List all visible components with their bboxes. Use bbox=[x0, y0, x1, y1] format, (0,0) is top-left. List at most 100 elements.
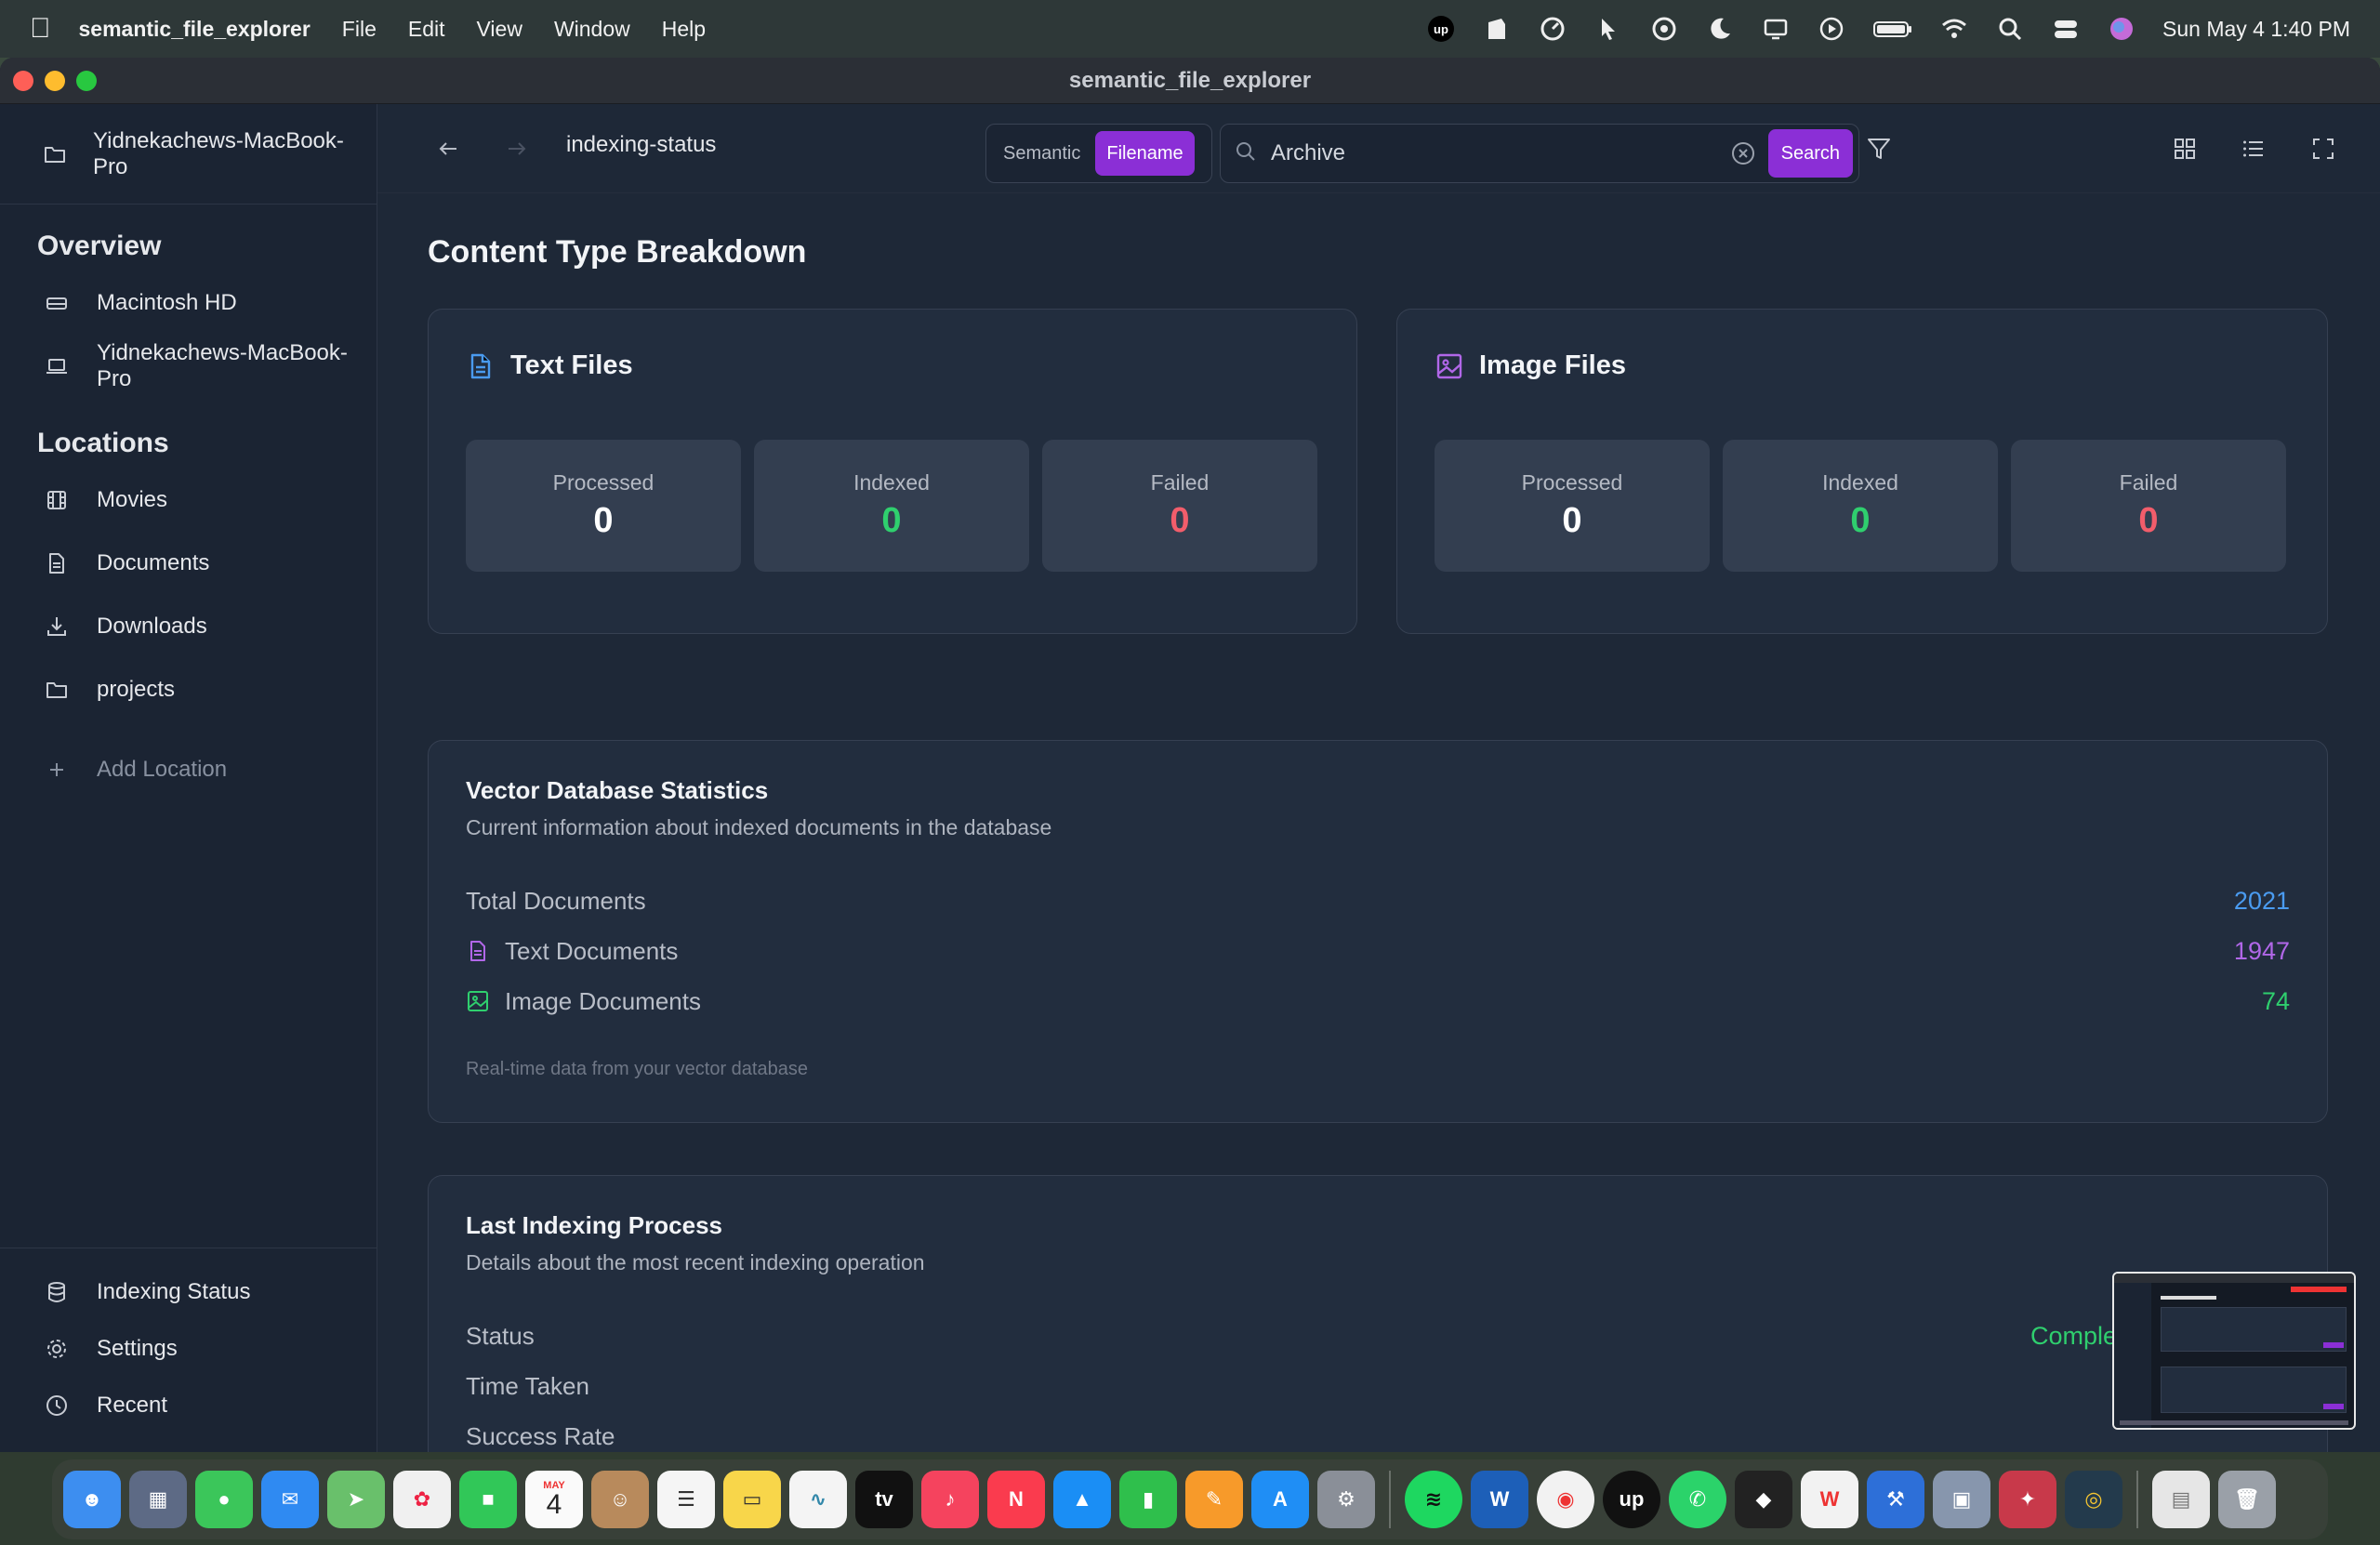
last-indexing-subtitle: Details about the most recent indexing o… bbox=[466, 1250, 925, 1274]
dock-separator bbox=[2136, 1471, 2138, 1528]
dock-pages-icon[interactable]: ✎ bbox=[1185, 1471, 1243, 1528]
spotlight-search-icon[interactable] bbox=[1995, 14, 2025, 44]
search-input[interactable] bbox=[1271, 140, 1729, 166]
dock-mail-icon[interactable]: ✉ bbox=[261, 1471, 319, 1528]
menu-view[interactable]: View bbox=[477, 17, 522, 42]
clear-search-button[interactable] bbox=[1729, 139, 1757, 167]
dock-notes-icon[interactable]: ▭ bbox=[723, 1471, 781, 1528]
dock-copilot-icon[interactable]: ◎ bbox=[2065, 1471, 2122, 1528]
siri-icon[interactable] bbox=[2107, 14, 2136, 44]
filter-icon bbox=[1868, 139, 1890, 159]
dock-files-icon[interactable]: ▤ bbox=[2152, 1471, 2210, 1528]
dock-reminders-icon[interactable]: ☰ bbox=[657, 1471, 715, 1528]
control-center-icon[interactable] bbox=[2051, 14, 2081, 44]
menubar-app-name[interactable]: semantic_file_explorer bbox=[79, 17, 311, 42]
success-rate-row: Success Rate bbox=[466, 1418, 2290, 1452]
dock-upwork-icon[interactable]: up bbox=[1603, 1471, 1660, 1528]
dock-photo-booth-icon[interactable]: ✦ bbox=[1999, 1471, 2056, 1528]
dock-finder-icon[interactable]: ☻ bbox=[63, 1471, 121, 1528]
dock-spotify-icon[interactable]: ≋ bbox=[1405, 1471, 1462, 1528]
menu-window[interactable]: Window bbox=[554, 17, 630, 42]
screenshot-thumbnail[interactable] bbox=[2112, 1272, 2356, 1430]
dock-whatsapp-icon[interactable]: ✆ bbox=[1669, 1471, 1726, 1528]
apple-menu-icon[interactable]:  bbox=[30, 13, 51, 45]
menu-help[interactable]: Help bbox=[662, 17, 706, 42]
menu-edit[interactable]: Edit bbox=[408, 17, 445, 42]
sidebar-item-indexing-status[interactable]: Indexing Status bbox=[0, 1263, 377, 1320]
dock-numbers-icon[interactable]: ▮ bbox=[1119, 1471, 1177, 1528]
add-location-button[interactable]: Add Location bbox=[0, 738, 377, 801]
gear-icon bbox=[45, 1337, 69, 1361]
sidebar-item-settings[interactable]: Settings bbox=[0, 1320, 377, 1377]
sidebar-item-movies[interactable]: Movies bbox=[0, 469, 377, 532]
stat-value: 0 bbox=[1170, 501, 1190, 540]
forward-button[interactable] bbox=[498, 130, 536, 167]
image-processed-stat: Processed 0 bbox=[1435, 440, 1710, 572]
sidebar-item-macbook[interactable]: Yidnekachews-MacBook-Pro bbox=[0, 335, 377, 398]
back-button[interactable] bbox=[430, 130, 467, 167]
menubar-datetime[interactable]: Sun May 4 1:40 PM bbox=[2162, 17, 2350, 42]
dock-box-icon[interactable]: ◆ bbox=[1735, 1471, 1792, 1528]
dock-chrome-icon[interactable]: ◉ bbox=[1537, 1471, 1594, 1528]
image-indexed-stat: Indexed 0 bbox=[1723, 440, 1998, 572]
dock-messages-icon[interactable]: ● bbox=[195, 1471, 253, 1528]
close-window-button[interactable] bbox=[13, 71, 33, 91]
play-icon[interactable] bbox=[1817, 14, 1846, 44]
dock-calendar-icon[interactable]: MAY 4 bbox=[525, 1471, 583, 1528]
card-title-label: Image Files bbox=[1479, 350, 1626, 380]
sidebar-item-macintosh-hd[interactable]: Macintosh HD bbox=[0, 271, 377, 335]
text-files-card: Text Files Processed 0 Indexed 0 Failed … bbox=[428, 309, 1357, 634]
dock-news-icon[interactable]: N bbox=[987, 1471, 1045, 1528]
minimize-window-button[interactable] bbox=[45, 71, 65, 91]
dock-contacts-icon[interactable]: ☺ bbox=[591, 1471, 649, 1528]
display-icon[interactable] bbox=[1761, 14, 1791, 44]
fullscreen-button[interactable] bbox=[2307, 132, 2340, 165]
sidebar-bottom-nav: Indexing Status Settings Recent bbox=[0, 1248, 377, 1452]
image-failed-stat: Failed 0 bbox=[2011, 440, 2286, 572]
dock-maps-icon[interactable]: ➤ bbox=[327, 1471, 385, 1528]
zoom-window-button[interactable] bbox=[76, 71, 97, 91]
sidebar-item-documents[interactable]: Documents bbox=[0, 532, 377, 595]
toolbar: indexing-status Semantic Filename Search bbox=[377, 104, 2380, 193]
grid-view-button[interactable] bbox=[2168, 132, 2202, 165]
status-row: Status Comple bbox=[466, 1317, 2290, 1354]
filter-button[interactable] bbox=[1865, 135, 1895, 165]
moon-icon[interactable] bbox=[1705, 14, 1735, 44]
notes-icon[interactable] bbox=[1482, 14, 1512, 44]
speed-icon[interactable] bbox=[1538, 14, 1567, 44]
dock-app-store-icon[interactable]: A bbox=[1251, 1471, 1309, 1528]
dock-facetime-icon[interactable]: ■ bbox=[459, 1471, 517, 1528]
dock-keynote-icon[interactable]: ▲ bbox=[1053, 1471, 1111, 1528]
wifi-icon[interactable] bbox=[1939, 14, 1969, 44]
upwork-icon[interactable]: up bbox=[1426, 14, 1456, 44]
stat-value: 0 bbox=[1562, 501, 1582, 540]
dock-photos-icon[interactable]: ✿ bbox=[393, 1471, 451, 1528]
dock-system-settings-icon[interactable]: ⚙ bbox=[1317, 1471, 1375, 1528]
dock-xcode-icon[interactable]: ⚒ bbox=[1867, 1471, 1924, 1528]
dock-trash-icon[interactable]: 🗑 bbox=[2218, 1471, 2276, 1528]
dock-freeform-icon[interactable]: ∿ bbox=[789, 1471, 847, 1528]
text-files-title: Text Files bbox=[466, 350, 633, 381]
dock-preview-icon[interactable]: ▣ bbox=[1933, 1471, 1990, 1528]
cursor-icon[interactable] bbox=[1593, 14, 1623, 44]
dock-word-icon[interactable]: W bbox=[1471, 1471, 1528, 1528]
text-processed-stat: Processed 0 bbox=[466, 440, 741, 572]
sidebar-device-header[interactable]: Yidnekachews-MacBook-Pro bbox=[0, 104, 377, 205]
mode-filename-button[interactable]: Filename bbox=[1095, 131, 1195, 176]
menu-file[interactable]: File bbox=[342, 17, 377, 42]
dock-tv-icon[interactable]: tv bbox=[855, 1471, 913, 1528]
dock-music-icon[interactable]: ♪ bbox=[921, 1471, 979, 1528]
download-icon bbox=[45, 614, 69, 639]
locations-heading: Locations bbox=[37, 428, 169, 458]
sidebar-item-recent[interactable]: Recent bbox=[0, 1377, 377, 1433]
list-view-button[interactable] bbox=[2237, 132, 2270, 165]
sidebar-item-downloads[interactable]: Downloads bbox=[0, 595, 377, 658]
gauge-icon[interactable] bbox=[1649, 14, 1679, 44]
dock-launchpad-icon[interactable]: ▦ bbox=[129, 1471, 187, 1528]
folder-icon bbox=[43, 142, 67, 166]
dock-wave-icon[interactable]: W bbox=[1801, 1471, 1858, 1528]
search-button[interactable]: Search bbox=[1767, 129, 1853, 178]
last-indexing-title: Last Indexing Process bbox=[466, 1211, 722, 1239]
mode-semantic-button[interactable]: Semantic bbox=[992, 131, 1091, 176]
sidebar-item-projects[interactable]: projects bbox=[0, 658, 377, 721]
